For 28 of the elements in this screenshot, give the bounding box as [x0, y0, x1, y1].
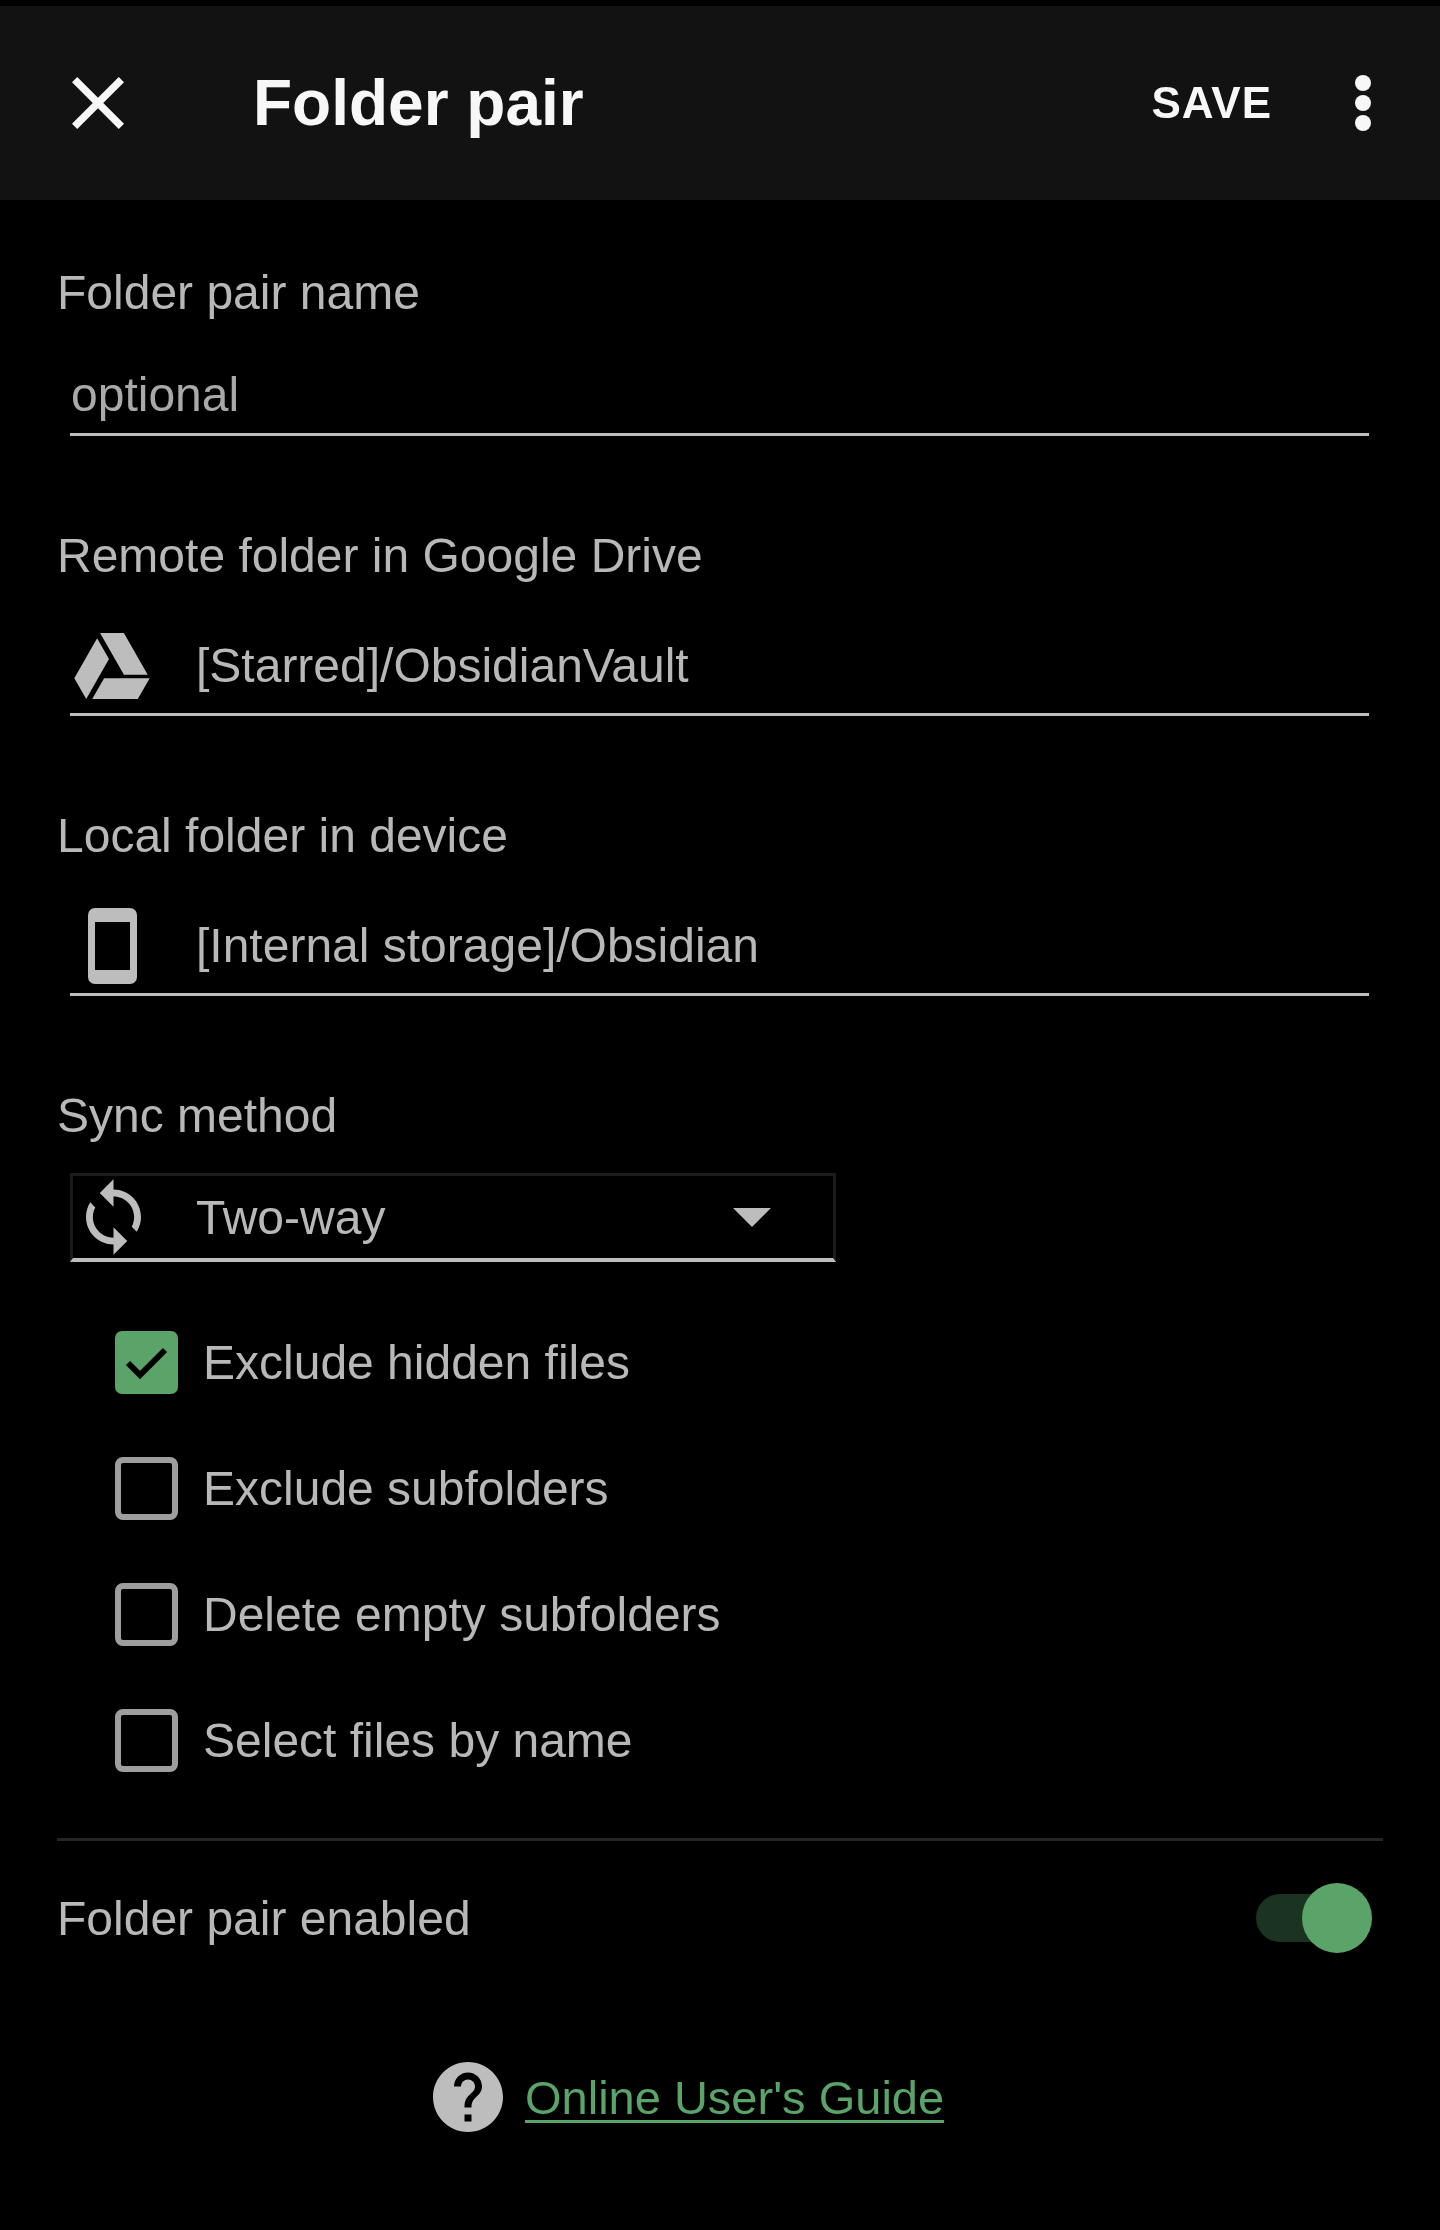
- sync-icon: [85, 1179, 141, 1255]
- remote-folder-field[interactable]: [Starred]/ObsidianVault: [70, 618, 1369, 716]
- checkbox[interactable]: [115, 1582, 178, 1646]
- field-label: Folder pair name: [57, 265, 421, 321]
- toggle-label: Folder pair enabled: [57, 1890, 471, 1946]
- checkbox-label[interactable]: Exclude hidden files: [203, 1334, 630, 1390]
- checkbox[interactable]: [115, 1456, 178, 1520]
- name-input-field[interactable]: optional: [70, 355, 1369, 436]
- checkbox-label[interactable]: Select files by name: [203, 1712, 633, 1768]
- close-icon[interactable]: [72, 77, 124, 129]
- help-icon: [433, 2062, 503, 2132]
- field-label: Local folder in device: [57, 808, 509, 864]
- checkbox[interactable]: [115, 1708, 178, 1772]
- phone-icon: [87, 907, 137, 984]
- field-label: Sync method: [57, 1088, 339, 1144]
- caret-down-icon: [733, 1207, 771, 1227]
- users-guide-link[interactable]: Online User's Guide: [525, 2069, 945, 2125]
- overflow-menu-icon[interactable]: [1355, 75, 1371, 131]
- local-folder-field[interactable]: [Internal storage]/Obsidian: [70, 898, 1369, 996]
- checkbox[interactable]: [115, 1330, 178, 1394]
- field-label: Remote folder in Google Drive: [57, 528, 704, 584]
- toggle-switch[interactable]: [1256, 1883, 1372, 1953]
- save-button[interactable]: SAVE: [1151, 78, 1272, 128]
- sync-method-dropdown[interactable]: Two-way: [70, 1173, 836, 1262]
- checkbox-label[interactable]: Exclude subfolders: [203, 1460, 609, 1516]
- screen-title: Folder pair: [253, 66, 584, 140]
- checkbox-label[interactable]: Delete empty subfolders: [203, 1586, 721, 1642]
- drive-logo-icon: [74, 632, 150, 699]
